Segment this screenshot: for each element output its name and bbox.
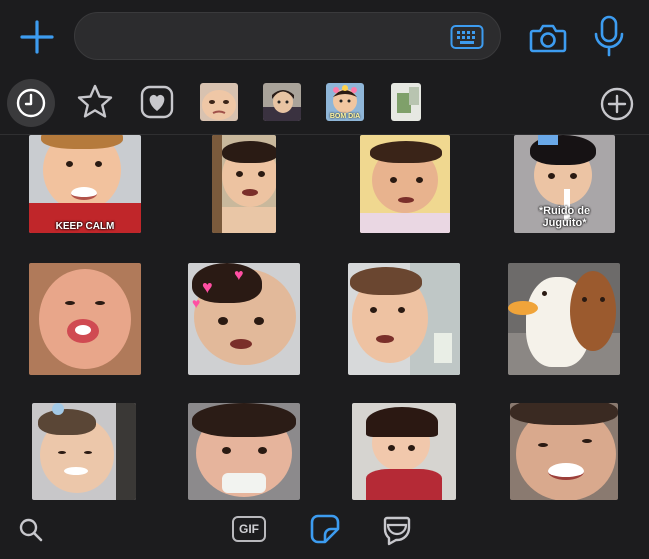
- plus-circle-icon: [600, 87, 634, 121]
- tab-pack-3[interactable]: BOM DIA: [326, 83, 364, 121]
- gif-button[interactable]: GIF: [232, 516, 266, 542]
- keyboard-button[interactable]: [450, 24, 484, 50]
- sticker-item[interactable]: [32, 403, 136, 500]
- sticker-item[interactable]: *Ruido de Juguito*: [514, 135, 615, 233]
- keyboard-bottom-bar: GIF: [0, 500, 649, 559]
- pack-caption: BOM DIA: [329, 113, 361, 120]
- sticker-item[interactable]: [212, 135, 276, 233]
- sticker-grid: KEEP CALM *Ruido de Juguito* ♥ ♥ ♥: [0, 135, 649, 500]
- gif-icon: GIF: [239, 522, 259, 536]
- pack-thumbnail: [391, 83, 421, 121]
- camera-icon: [529, 24, 567, 53]
- attach-button[interactable]: [17, 17, 57, 57]
- composer-bar: [0, 0, 649, 74]
- sticker-item[interactable]: KEEP CALM: [29, 135, 141, 233]
- tab-recent[interactable]: [7, 79, 55, 127]
- sticker-item[interactable]: [508, 263, 620, 375]
- sticker-item[interactable]: [29, 263, 141, 375]
- search-button[interactable]: [18, 517, 44, 543]
- clock-icon: [16, 88, 46, 118]
- emoji-button[interactable]: [382, 514, 412, 546]
- heart-decoration-icon: ♥: [192, 295, 201, 311]
- sticker-item[interactable]: [360, 135, 450, 233]
- microphone-button[interactable]: [592, 14, 626, 60]
- tab-heart-pack[interactable]: [139, 84, 175, 120]
- star-icon: [77, 84, 113, 118]
- tab-pack-2[interactable]: [263, 83, 301, 121]
- pack-thumbnail: [263, 83, 301, 121]
- search-icon: [19, 518, 43, 542]
- sticker-item[interactable]: [188, 403, 300, 500]
- pack-thumbnail: [200, 83, 238, 121]
- sticker-caption: KEEP CALM: [55, 221, 115, 232]
- sticker-item[interactable]: [510, 403, 618, 500]
- heart-decoration-icon: ♥: [234, 267, 244, 284]
- tab-pack-4[interactable]: [391, 83, 421, 121]
- tab-favorites[interactable]: [76, 83, 114, 121]
- sticker-pack-tabs: BOM DIA: [0, 74, 649, 135]
- keyboard-icon: [450, 25, 484, 49]
- sticker-item[interactable]: ♥ ♥ ♥: [188, 263, 300, 375]
- sticker-caption: *Ruido de Juguito*: [538, 205, 591, 229]
- heart-icon: [140, 85, 174, 119]
- camera-button[interactable]: [528, 18, 568, 58]
- plus-icon: [20, 20, 54, 54]
- sticker-button[interactable]: [309, 513, 341, 545]
- message-input[interactable]: [93, 13, 447, 61]
- tab-pack-1[interactable]: [200, 83, 238, 121]
- add-sticker-pack-button[interactable]: [599, 86, 635, 122]
- sticker-item[interactable]: [348, 263, 460, 375]
- heart-decoration-icon: ♥: [202, 277, 213, 297]
- sticker-item[interactable]: [352, 403, 456, 500]
- emoji-icon: [383, 516, 411, 546]
- sticker-icon: [310, 514, 340, 544]
- microphone-icon: [594, 15, 624, 57]
- message-input-container[interactable]: [74, 12, 501, 61]
